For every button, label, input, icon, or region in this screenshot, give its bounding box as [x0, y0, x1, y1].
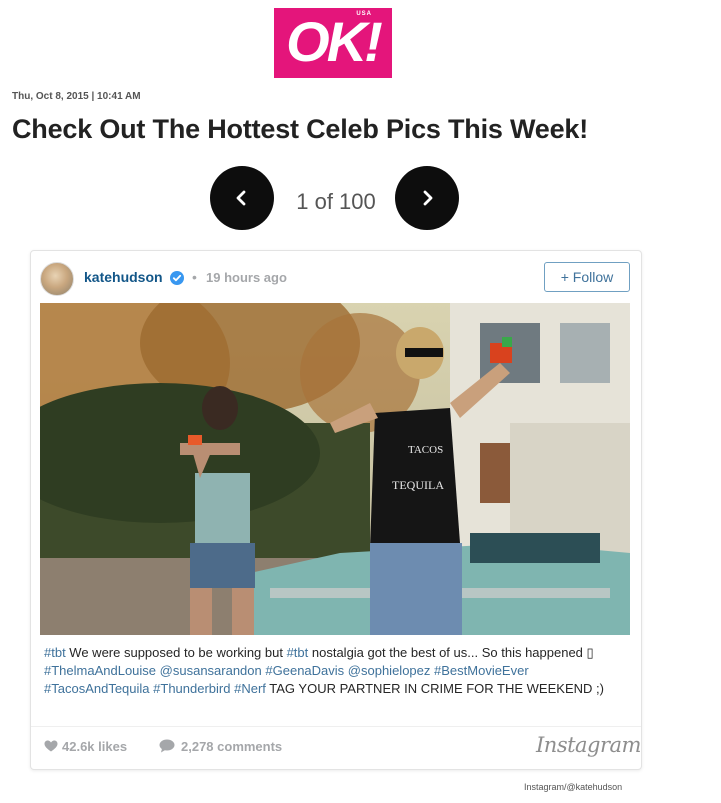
caption-tag-link[interactable]: @sophielopez: [348, 663, 431, 678]
post-time: 19 hours ago: [206, 270, 287, 285]
previous-button[interactable]: [210, 166, 274, 230]
heart-icon[interactable]: [44, 740, 58, 752]
post-caption: #tbt We were supposed to be working but …: [44, 644, 626, 698]
photo-illustration: TACOS TEQUILA: [40, 303, 630, 635]
article-dateline: Thu, Oct 8, 2015 | 10:41 AM: [12, 91, 141, 102]
gallery-counter: 1 of 100: [296, 189, 376, 214]
chevron-left-icon: [236, 190, 246, 206]
caption-text: ▯: [586, 645, 594, 660]
follow-button[interactable]: + Follow: [544, 262, 630, 292]
comment-icon[interactable]: [159, 739, 175, 753]
caption-text: nostalgia got the best of us... So this …: [308, 645, 587, 660]
instagram-logo[interactable]: Instagram: [536, 733, 641, 757]
likes-count: 42.6k likes: [62, 739, 128, 754]
caption-tag-link[interactable]: #tbt: [44, 645, 66, 660]
separator-dot: •: [192, 269, 197, 285]
post-username[interactable]: katehudson: [84, 269, 163, 285]
chevron-right-icon: [423, 190, 433, 206]
verified-badge-icon: [170, 271, 184, 285]
next-button[interactable]: [395, 166, 459, 230]
caption-tag-link[interactable]: #TacosAndTequila: [44, 681, 150, 696]
page-title: Check Out The Hottest Celeb Pics This We…: [12, 114, 589, 144]
caption-tag-link[interactable]: #ThelmaAndLouise: [44, 663, 156, 678]
caption-tag-link[interactable]: #Nerf: [234, 681, 266, 696]
caption-tag-link[interactable]: #Thunderbird: [153, 681, 230, 696]
comments-count: 2,278 comments: [181, 739, 283, 754]
ok-magazine-logo[interactable]: USA OK!: [274, 8, 392, 78]
shirt-text-tacos: TACOS: [408, 444, 443, 456]
photo-credit: Instagram/@katehudson: [524, 782, 623, 792]
caption-tag-link[interactable]: #GeenaDavis: [265, 663, 344, 678]
logo-text: OK!: [286, 10, 383, 73]
shirt-text-tequila: TEQUILA: [392, 478, 444, 492]
caption-text: We were supposed to be working but: [65, 645, 287, 660]
card-divider: [31, 726, 641, 727]
caption-tag-link[interactable]: #BestMovieEver: [434, 663, 529, 678]
caption-text: TAG YOUR PARTNER IN CRIME FOR THE WEEKEN…: [265, 681, 604, 696]
avatar[interactable]: [40, 262, 74, 296]
caption-tag-link[interactable]: @susansarandon: [160, 663, 262, 678]
caption-tag-link[interactable]: #tbt: [287, 645, 309, 660]
post-photo[interactable]: TACOS TEQUILA: [40, 303, 630, 635]
